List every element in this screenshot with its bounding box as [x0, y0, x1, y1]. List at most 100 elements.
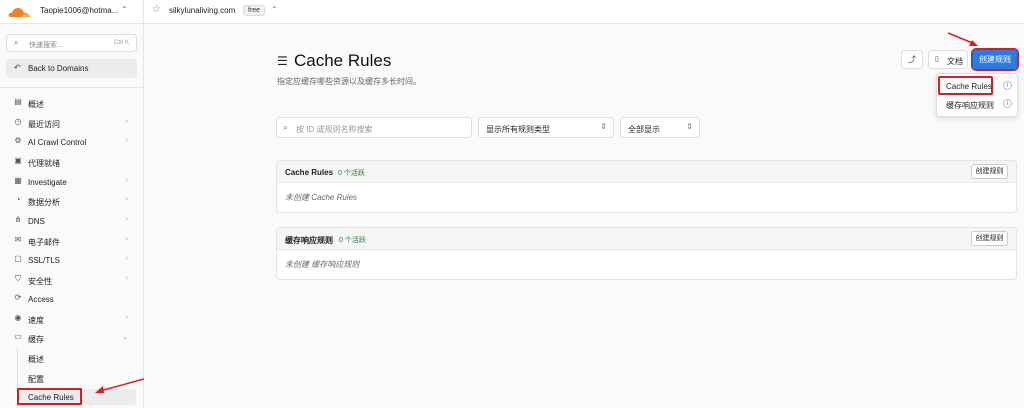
cache-rules-icon: ☰ — [277, 54, 288, 68]
search-icon: ⌕ — [14, 38, 19, 47]
domain-switch-icon[interactable]: ⌃ — [271, 5, 278, 14]
account-switch-icon[interactable]: ⌃ — [121, 5, 128, 14]
card-title: Cache Rules — [285, 168, 334, 177]
sidebar-item-cache[interactable]: ▭ 缓存 ⌄ — [6, 330, 137, 346]
sidebar-subitem-configuration[interactable]: 配置 — [18, 370, 136, 386]
star-icon[interactable]: ☆ — [152, 4, 161, 15]
page-description: 指定应缓存哪些资源以及缓存多长时间。 — [277, 77, 421, 86]
sidebar-item-overview[interactable]: ▤ 概述 — [6, 95, 137, 111]
chevron-updown-icon: ⇕ — [600, 122, 607, 131]
highlight-box-sidebar — [17, 388, 82, 405]
docs-label: 文档 — [947, 57, 963, 66]
sidebar-item-label: 安全性 — [28, 277, 52, 286]
sidebar-separator — [0, 87, 143, 88]
dns-icon: ⋔ — [14, 215, 22, 224]
sidebar-item-label: Investigate — [28, 178, 67, 187]
dropdown-item-cache-response-rules[interactable]: 缓存响应规则 i — [939, 96, 1017, 113]
card-create-rule-button[interactable]: 创建规则 — [971, 231, 1008, 246]
sidebar-item-analytics[interactable]: ◔ 数据分析 › — [6, 193, 137, 209]
speed-icon: ◉ — [14, 313, 22, 322]
info-icon[interactable]: i — [1003, 81, 1012, 90]
highlight-box-dropdown — [938, 76, 993, 95]
bot-icon: ⚙ — [14, 136, 22, 145]
info-icon[interactable]: i — [1003, 99, 1012, 108]
route-icon: ⤴ — [908, 55, 916, 64]
chevron-right-icon: › — [125, 236, 128, 243]
chevron-updown-icon: ⇕ — [686, 122, 693, 131]
rule-type-value: 显示所有规则类型 — [486, 125, 550, 134]
back-arrow-icon: ↶ — [14, 63, 21, 72]
page-title: Cache Rules — [294, 51, 392, 70]
sidebar-item-access[interactable]: ⟳ Access — [6, 291, 137, 307]
sidebar-item-agent-ready[interactable]: ▣ 代理就绪 — [6, 154, 137, 170]
email-icon: ✉ — [14, 235, 22, 244]
back-to-domains-button[interactable]: ↶ Back to Domains — [6, 59, 137, 78]
shield-icon: ⛉ — [15, 274, 21, 283]
chevron-right-icon: › — [125, 177, 128, 184]
sidebar-item-email[interactable]: ✉ 电子邮件 › — [6, 233, 137, 249]
search-placeholder: 快速搜索... — [29, 42, 63, 49]
sidebar-subitem-label: 配置 — [28, 375, 44, 384]
sidebar-item-label: SSL/TLS — [28, 256, 61, 265]
sidebar-item-ssl-tls[interactable]: ▢ SSL/TLS › — [6, 252, 137, 268]
status-select[interactable]: 全部显示 ⇕ — [620, 117, 700, 138]
cache-response-rules-card: 缓存响应规则 0 个活跃 创建规则 未创建 缓存响应规则 — [276, 227, 1017, 280]
search-shortcut: Ctrl K — [114, 40, 129, 46]
rule-search-input[interactable]: ⌕ 按 ID 或规则名称搜索 — [276, 117, 472, 138]
sidebar: ⌕ 快速搜索... Ctrl K ↶ Back to Domains ▤ 概述 … — [0, 24, 143, 408]
account-name[interactable]: Taopie1006@hotma... — [40, 6, 118, 15]
empty-state-text: 未创建 Cache Rules — [285, 193, 358, 202]
docs-button[interactable]: ▯ 文档 — [928, 50, 968, 69]
sidebar-item-label: 概述 — [28, 100, 44, 109]
sidebar-item-label: 电子邮件 — [28, 238, 60, 247]
chevron-right-icon: › — [125, 137, 128, 144]
access-icon: ⟳ — [14, 293, 22, 302]
chevron-down-icon: ⌄ — [122, 334, 128, 341]
sidebar-item-label: 数据分析 — [28, 198, 60, 207]
chevron-right-icon: › — [125, 216, 128, 223]
domain-name[interactable]: silkylunaliving.com — [169, 6, 235, 15]
sidebar-item-dns[interactable]: ⋔ DNS › — [6, 213, 137, 229]
arrowhead-create — [969, 40, 978, 46]
chevron-right-icon: › — [125, 275, 128, 282]
card-title: 缓存响应规则 — [285, 236, 333, 245]
dropdown-item-label: 缓存响应规则 — [946, 101, 994, 110]
highlight-box-create — [971, 48, 1019, 71]
card-header: 缓存响应规则 0 个活跃 创建规则 — [277, 228, 1016, 250]
chevron-right-icon: › — [125, 196, 128, 203]
arrow-to-create-button — [947, 32, 976, 45]
cache-rules-card: Cache Rules 0 个活跃 创建规则 未创建 Cache Rules — [276, 160, 1017, 213]
clock-icon: ◷ — [14, 117, 22, 126]
empty-state-text: 未创建 缓存响应规则 — [285, 260, 360, 269]
sidebar-divider — [143, 0, 144, 408]
agent-icon: ▣ — [14, 156, 22, 165]
sidebar-item-label: AI Crawl Control — [28, 138, 87, 147]
chevron-right-icon: › — [125, 118, 128, 125]
lock-icon: ▢ — [14, 254, 22, 263]
chevron-right-icon: › — [125, 255, 128, 262]
sidebar-subitem-label: 概述 — [28, 355, 44, 364]
status-value: 全部显示 — [628, 125, 660, 134]
sidebar-item-label: 代理就绪 — [28, 159, 60, 168]
route-icon-button[interactable]: ⤴ — [901, 50, 923, 69]
sidebar-item-recent[interactable]: ◷ 最近访问 › — [6, 115, 137, 131]
analytics-icon: ◔ — [15, 195, 21, 204]
rule-type-select[interactable]: 显示所有规则类型 ⇕ — [478, 117, 614, 138]
sidebar-item-speed[interactable]: ◉ 速度 › — [6, 311, 137, 327]
chevron-right-icon: › — [125, 314, 128, 321]
quick-search-input[interactable]: ⌕ 快速搜索... Ctrl K — [6, 34, 137, 52]
top-bar: Taopie1006@hotma... ⌃ ☆ silkylunaliving.… — [0, 0, 1024, 24]
sidebar-item-security[interactable]: ⛉ 安全性 › — [6, 272, 137, 288]
sidebar-item-label: Access — [28, 295, 54, 304]
sidebar-item-ai-crawl-control[interactable]: ⚙ AI Crawl Control › — [6, 134, 137, 150]
card-create-rule-button[interactable]: 创建规则 — [971, 164, 1008, 179]
back-label: Back to Domains — [28, 64, 89, 73]
sidebar-subitem-overview[interactable]: 概述 — [18, 350, 136, 366]
cloudflare-logo[interactable] — [8, 6, 32, 18]
sidebar-item-label: 速度 — [28, 316, 44, 325]
document-icon: ▤ — [14, 97, 22, 106]
search-icon: ⌕ — [283, 122, 289, 132]
plan-badge: free — [243, 5, 266, 16]
book-icon: ▯ — [935, 56, 939, 63]
sidebar-item-investigate[interactable]: ▦ Investigate › — [6, 174, 137, 190]
